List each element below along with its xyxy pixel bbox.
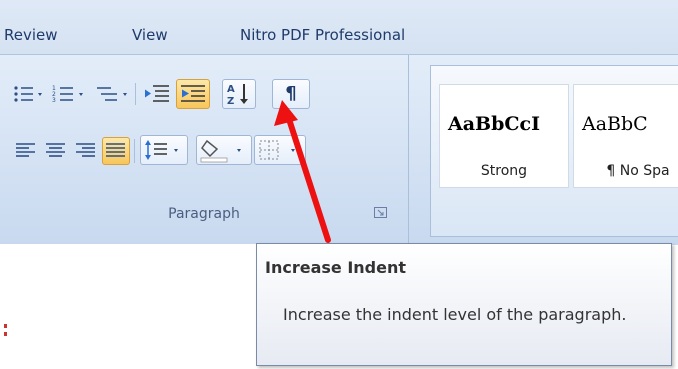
red-arrow-annotation (274, 100, 331, 243)
